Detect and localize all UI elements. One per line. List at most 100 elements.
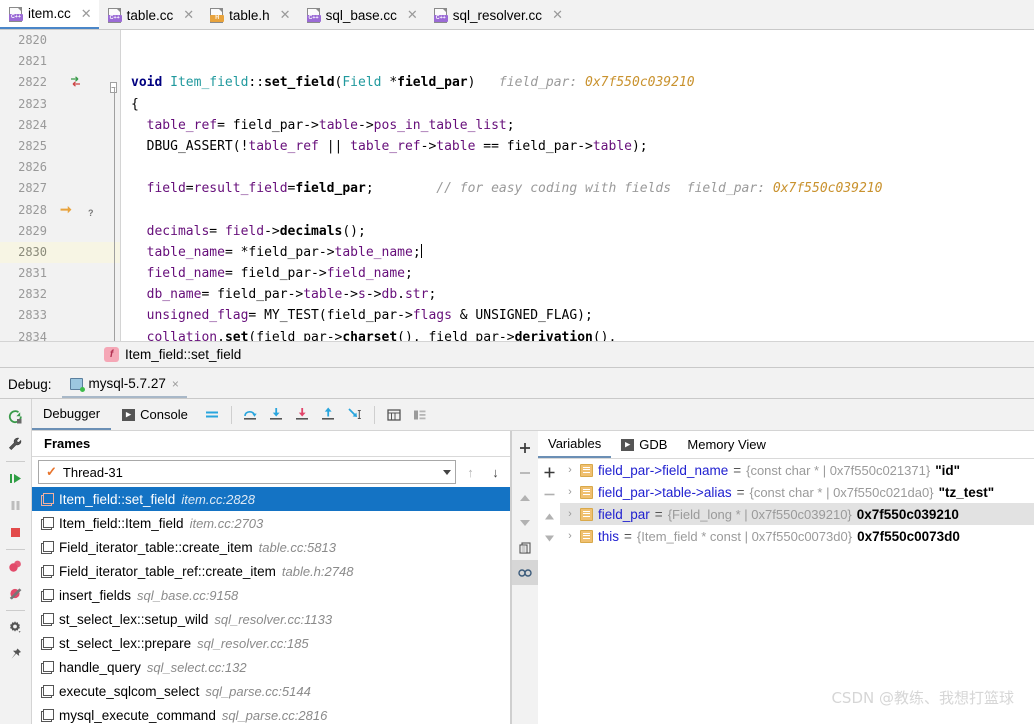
settings-gear-icon[interactable] bbox=[0, 614, 31, 641]
frame-list-item[interactable]: handle_query sql_select.cc:132 bbox=[32, 655, 510, 679]
variable-type: {const char * | 0x7f550c021371} bbox=[746, 462, 931, 478]
equals-sign: = bbox=[736, 484, 745, 500]
remove-watch-icon[interactable] bbox=[538, 483, 560, 505]
tab-variables[interactable]: Variables bbox=[538, 431, 612, 458]
variable-name: field_par->field_name bbox=[598, 462, 729, 478]
frame-list-item[interactable]: st_select_lex::prepare sql_resolver.cc:1… bbox=[32, 631, 510, 655]
tab-gdb[interactable]: ▶ GDB bbox=[611, 432, 677, 458]
frame-list-item[interactable]: Field_iterator_table_ref::create_item ta… bbox=[32, 559, 510, 583]
stop-icon[interactable] bbox=[0, 519, 31, 546]
variable-icon bbox=[580, 463, 593, 477]
show-variables-icon[interactable] bbox=[407, 402, 433, 428]
cpp-file-icon: C++ bbox=[107, 8, 122, 23]
scroll-up-icon[interactable] bbox=[538, 505, 560, 527]
frames-side-rail bbox=[511, 431, 538, 724]
code-line: { bbox=[121, 94, 1034, 115]
close-icon[interactable]: ✕ bbox=[407, 7, 418, 23]
step-arrows-icon[interactable] bbox=[69, 75, 82, 88]
header-file-icon: H bbox=[210, 8, 225, 23]
wrench-settings-icon[interactable] bbox=[0, 431, 31, 458]
editor-tab-sql-resolver-cc[interactable]: C++ sql_resolver.cc ✕ bbox=[425, 1, 570, 29]
debug-session-tab[interactable]: mysql-5.7.27 × bbox=[61, 376, 187, 398]
tab-console[interactable]: ▶ Console bbox=[111, 400, 199, 430]
frame-list-item[interactable]: st_select_lex::setup_wild sql_resolver.c… bbox=[32, 607, 510, 631]
editor-tab-table-h[interactable]: H table.h ✕ bbox=[201, 1, 297, 29]
line-number: 2827 bbox=[18, 181, 47, 196]
frame-list-item[interactable]: Item_field::set_field item.cc:2828 bbox=[32, 487, 510, 511]
close-icon[interactable]: ✕ bbox=[280, 7, 291, 23]
chevron-down-icon[interactable] bbox=[443, 469, 451, 475]
copy-stack-icon[interactable] bbox=[512, 535, 538, 560]
tab-label: GDB bbox=[639, 437, 668, 452]
resume-program-icon[interactable] bbox=[0, 465, 31, 492]
remove-frame-icon[interactable] bbox=[512, 460, 538, 485]
code-folding-gutter[interactable]: − bbox=[110, 30, 121, 341]
thread-dropdown[interactable]: ✓ Thread-31 bbox=[38, 460, 456, 484]
frames-pane: Frames ✓ Thread-31 ↑ ↓ Item_field::set_f… bbox=[32, 431, 511, 724]
move-up-icon[interactable] bbox=[512, 485, 538, 510]
frame-function: st_select_lex::setup_wild bbox=[59, 611, 209, 627]
line-number: 2830 bbox=[18, 244, 47, 259]
frame-up-button[interactable]: ↑ bbox=[460, 461, 481, 483]
frame-list-item[interactable]: insert_fields sql_base.cc:9158 bbox=[32, 583, 510, 607]
scroll-down-icon[interactable] bbox=[538, 527, 560, 549]
code-line: db_name= field_par->table->s->db.str; bbox=[146, 287, 437, 303]
frame-function: Field_iterator_table_ref::create_item bbox=[59, 563, 276, 579]
session-monitor-icon bbox=[69, 377, 85, 392]
step-out-icon[interactable] bbox=[316, 402, 342, 428]
variable-row[interactable]: › field_par->field_name = {const char * … bbox=[560, 459, 1034, 481]
variable-value: "tz_test" bbox=[938, 484, 995, 500]
console-icon: ▶ bbox=[621, 438, 635, 451]
breadcrumb[interactable]: f Item_field::set_field bbox=[0, 341, 1034, 368]
frame-list-item[interactable]: execute_sqlcom_select sql_parse.cc:5144 bbox=[32, 679, 510, 703]
toggle-watches-icon[interactable] bbox=[512, 560, 538, 585]
add-watch-icon[interactable] bbox=[538, 461, 560, 483]
variable-row[interactable]: › field_par->table->alias = {const char … bbox=[560, 481, 1034, 503]
code-text-area[interactable]: void Item_field::set_field(Field *field_… bbox=[121, 30, 1034, 341]
editor-tab-table-cc[interactable]: C++ table.cc ✕ bbox=[99, 1, 201, 29]
frame-function: handle_query bbox=[59, 659, 141, 675]
move-down-icon[interactable] bbox=[512, 510, 538, 535]
thread-selector-row: ✓ Thread-31 ↑ ↓ bbox=[32, 457, 510, 487]
force-step-into-icon[interactable] bbox=[290, 402, 316, 428]
add-frame-icon[interactable] bbox=[512, 435, 538, 460]
debugger-toolbar: Debugger ▶ Console bbox=[32, 399, 1034, 431]
tab-debugger[interactable]: Debugger bbox=[32, 399, 112, 430]
close-icon[interactable]: ✕ bbox=[552, 7, 563, 23]
breakpoint-gutter[interactable]: ➞ ? bbox=[55, 30, 110, 341]
step-into-icon[interactable] bbox=[264, 402, 290, 428]
stack-frame-icon bbox=[41, 709, 54, 722]
editor-tab-sql-base-cc[interactable]: C++ sql_base.cc ✕ bbox=[298, 1, 425, 29]
variable-value: 0x7f550c039210 bbox=[856, 506, 959, 522]
close-icon[interactable]: ✕ bbox=[183, 7, 194, 23]
rerun-icon[interactable] bbox=[0, 404, 31, 431]
line-number-gutter: 2820 2821 2822 2823 2824 2825 2826 2827 … bbox=[0, 30, 55, 341]
close-icon[interactable]: × bbox=[172, 377, 179, 391]
close-icon[interactable]: ✕ bbox=[81, 6, 92, 22]
pin-icon[interactable] bbox=[0, 641, 31, 668]
view-breakpoints-icon[interactable] bbox=[0, 553, 31, 580]
run-to-cursor-icon[interactable] bbox=[342, 402, 368, 428]
frame-location: item.cc:2703 bbox=[189, 515, 264, 531]
step-over-icon[interactable] bbox=[238, 402, 264, 428]
layout-settings-icon[interactable] bbox=[199, 402, 225, 428]
chevron-right-icon[interactable]: › bbox=[565, 464, 575, 476]
pause-program-icon[interactable] bbox=[0, 492, 31, 519]
variable-row[interactable]: › this = {Item_field * const | 0x7f550c0… bbox=[560, 525, 1034, 547]
chevron-right-icon[interactable]: › bbox=[565, 530, 575, 542]
line-number: 2822 bbox=[18, 75, 47, 90]
evaluate-expression-icon[interactable] bbox=[381, 402, 407, 428]
frames-list[interactable]: Item_field::set_field item.cc:2828 Item_… bbox=[32, 487, 510, 724]
chevron-right-icon[interactable]: › bbox=[565, 486, 575, 498]
variable-row[interactable]: › field_par = {Field_long * | 0x7f550c03… bbox=[560, 503, 1034, 525]
chevron-right-icon[interactable]: › bbox=[565, 508, 575, 520]
code-editor[interactable]: 2820 2821 2822 2823 2824 2825 2826 2827 … bbox=[0, 30, 1034, 341]
mute-breakpoints-icon[interactable] bbox=[0, 580, 31, 607]
variables-list[interactable]: › field_par->field_name = {const char * … bbox=[560, 459, 1034, 724]
frame-list-item[interactable]: mysql_execute_command sql_parse.cc:2816 bbox=[32, 703, 510, 724]
frame-list-item[interactable]: Item_field::Item_field item.cc:2703 bbox=[32, 511, 510, 535]
tab-memory-view[interactable]: Memory View bbox=[677, 432, 776, 458]
editor-tab-item-cc[interactable]: C++ item.cc ✕ bbox=[0, 0, 99, 29]
frame-list-item[interactable]: Field_iterator_table::create_item table.… bbox=[32, 535, 510, 559]
frame-down-button[interactable]: ↓ bbox=[485, 461, 506, 483]
